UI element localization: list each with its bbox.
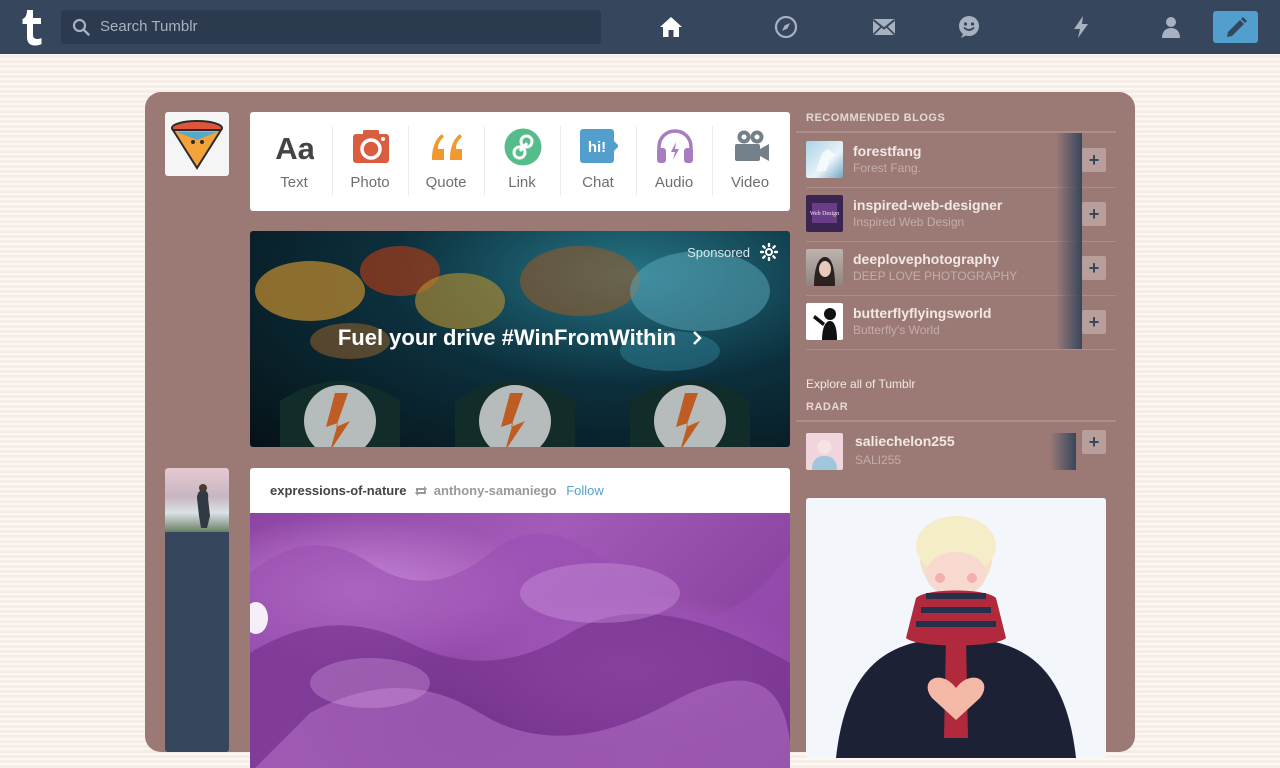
headphones-icon: [656, 128, 694, 166]
fade-overlay: [1056, 187, 1082, 241]
fade-overlay: [1050, 433, 1076, 470]
sponsored-label: Sponsored: [687, 245, 750, 260]
divider: [796, 420, 1116, 422]
blog-name[interactable]: forestfang: [853, 143, 921, 159]
post-image[interactable]: [250, 513, 790, 768]
plus-icon: +: [1088, 258, 1100, 278]
compose-button[interactable]: [1213, 11, 1258, 43]
follow-blog-button[interactable]: +: [1082, 310, 1106, 334]
reblogged-from-link[interactable]: anthony-samaniego: [434, 483, 557, 498]
blog-name[interactable]: saliechelon255: [855, 433, 955, 449]
quote-icon: [428, 128, 466, 166]
post-type-label: Quote: [425, 174, 467, 191]
post-author-avatar[interactable]: [165, 468, 229, 532]
blog-title: Forest Fang.: [853, 161, 922, 175]
radar-blog-item[interactable]: saliechelon255 SALI255 +: [806, 424, 1106, 472]
search-icon: [72, 18, 90, 41]
recommended-blog-item[interactable]: butterflyflyingsworld Butterfly's World …: [806, 295, 1106, 349]
tumblr-logo-icon[interactable]: [18, 8, 46, 46]
camera-icon: [352, 128, 390, 166]
blog-avatar[interactable]: [806, 433, 843, 470]
illustration-image: [806, 498, 1106, 758]
blog-name[interactable]: deeplovephotography: [853, 251, 999, 267]
chat-icon: hi!: [580, 128, 619, 166]
follow-blog-button[interactable]: +: [1082, 256, 1106, 280]
fade-overlay: [1056, 295, 1082, 349]
post-author-link[interactable]: expressions-of-nature: [270, 483, 407, 498]
follow-blog-button[interactable]: +: [1082, 202, 1106, 226]
blog-title: SALI255: [855, 453, 902, 467]
recommended-blogs-heading: RECOMMENDED BLOGS: [806, 112, 946, 124]
divider: [806, 349, 1116, 350]
follow-blog-button[interactable]: +: [1082, 148, 1106, 172]
activity-icon[interactable]: [1069, 15, 1093, 39]
follow-link[interactable]: Follow: [566, 483, 604, 498]
sponsored-post[interactable]: Sponsored Fuel your drive #WinFromWithin: [250, 231, 790, 447]
inbox-icon[interactable]: [872, 15, 896, 39]
post-type-bar: Aa Text Photo Quote Link hi! Chat Audio …: [250, 112, 790, 211]
svg-text:Aa: Aa: [276, 131, 314, 166]
post-type-label: Chat: [582, 174, 614, 191]
post-header: expressions-of-nature anthony-samaniego …: [270, 483, 604, 500]
radar-heading: RADAR: [806, 401, 849, 413]
radar-post-image[interactable]: [806, 498, 1106, 758]
post-author-avatar-column: [165, 468, 229, 752]
recommended-blog-item[interactable]: deeplovephotography DEEP LOVE PHOTOGRAPH…: [806, 241, 1106, 295]
post-type-label: Link: [508, 174, 536, 191]
blog-avatar[interactable]: [806, 303, 843, 340]
blog-title: Butterfly's World: [853, 323, 940, 337]
post-type-label: Photo: [350, 174, 390, 191]
video-camera-icon: [732, 128, 770, 166]
chevron-right-icon: [692, 325, 702, 350]
explore-icon[interactable]: [774, 15, 798, 39]
fade-overlay: [1056, 241, 1082, 295]
svg-text:hi!: hi!: [588, 139, 606, 156]
home-icon[interactable]: [659, 15, 683, 39]
blog-avatar[interactable]: [806, 249, 843, 286]
post-type-label: Text: [280, 174, 308, 191]
blog-avatar[interactable]: [806, 141, 843, 178]
post-type-text[interactable]: Aa Text: [256, 112, 332, 211]
post-type-label: Video: [730, 174, 770, 191]
post-type-audio[interactable]: Audio: [636, 112, 712, 211]
blog-avatar[interactable]: Web Design: [806, 195, 843, 232]
post-type-photo[interactable]: Photo: [332, 112, 408, 211]
purple-smoke-image: [250, 533, 790, 768]
post-type-quote[interactable]: Quote: [408, 112, 484, 211]
post-type-label: Audio: [654, 174, 694, 191]
search-input[interactable]: Search Tumblr: [100, 18, 198, 35]
reblog-icon: [414, 485, 432, 500]
user-avatar[interactable]: [165, 112, 229, 176]
fade-overlay: [1056, 133, 1082, 187]
recommended-blog-item[interactable]: forestfang Forest Fang. +: [806, 133, 1106, 187]
post-type-chat[interactable]: hi! Chat: [560, 112, 636, 211]
svg-text:Web Design: Web Design: [810, 211, 839, 217]
follow-blog-button[interactable]: +: [1082, 430, 1106, 454]
explore-tumblr-link[interactable]: Explore all of Tumblr: [806, 377, 915, 391]
sponsored-headline[interactable]: Fuel your drive #WinFromWithin: [250, 325, 790, 351]
compose-icon: [1227, 17, 1247, 37]
blog-name[interactable]: inspired-web-designer: [853, 197, 1002, 213]
text-icon: Aa: [275, 128, 315, 166]
sponsored-headline-text: Fuel your drive #WinFromWithin: [337, 325, 677, 350]
link-icon: [504, 128, 542, 166]
account-icon[interactable]: [1159, 15, 1183, 39]
messaging-icon[interactable]: [957, 15, 981, 39]
post-type-video[interactable]: Video: [712, 112, 788, 211]
plus-icon: +: [1088, 204, 1100, 224]
post-type-link[interactable]: Link: [484, 112, 560, 211]
plus-icon: +: [1088, 432, 1100, 452]
search-bar[interactable]: Search Tumblr: [61, 10, 601, 44]
recommended-blog-item[interactable]: Web Design inspired-web-designer Inspire…: [806, 187, 1106, 241]
top-navigation-bar: Search Tumblr: [0, 0, 1280, 54]
plus-icon: +: [1088, 150, 1100, 170]
sponsored-gear-icon[interactable]: [759, 242, 779, 266]
dashboard-post: expressions-of-nature anthony-samaniego …: [250, 468, 790, 768]
blog-name[interactable]: butterflyflyingsworld: [853, 305, 991, 321]
plus-icon: +: [1088, 312, 1100, 332]
dashboard-panel: Aa Text Photo Quote Link hi! Chat Audio …: [145, 92, 1135, 768]
blog-title: Inspired Web Design: [853, 215, 965, 229]
blog-title: DEEP LOVE PHOTOGRAPHY: [853, 269, 1018, 283]
